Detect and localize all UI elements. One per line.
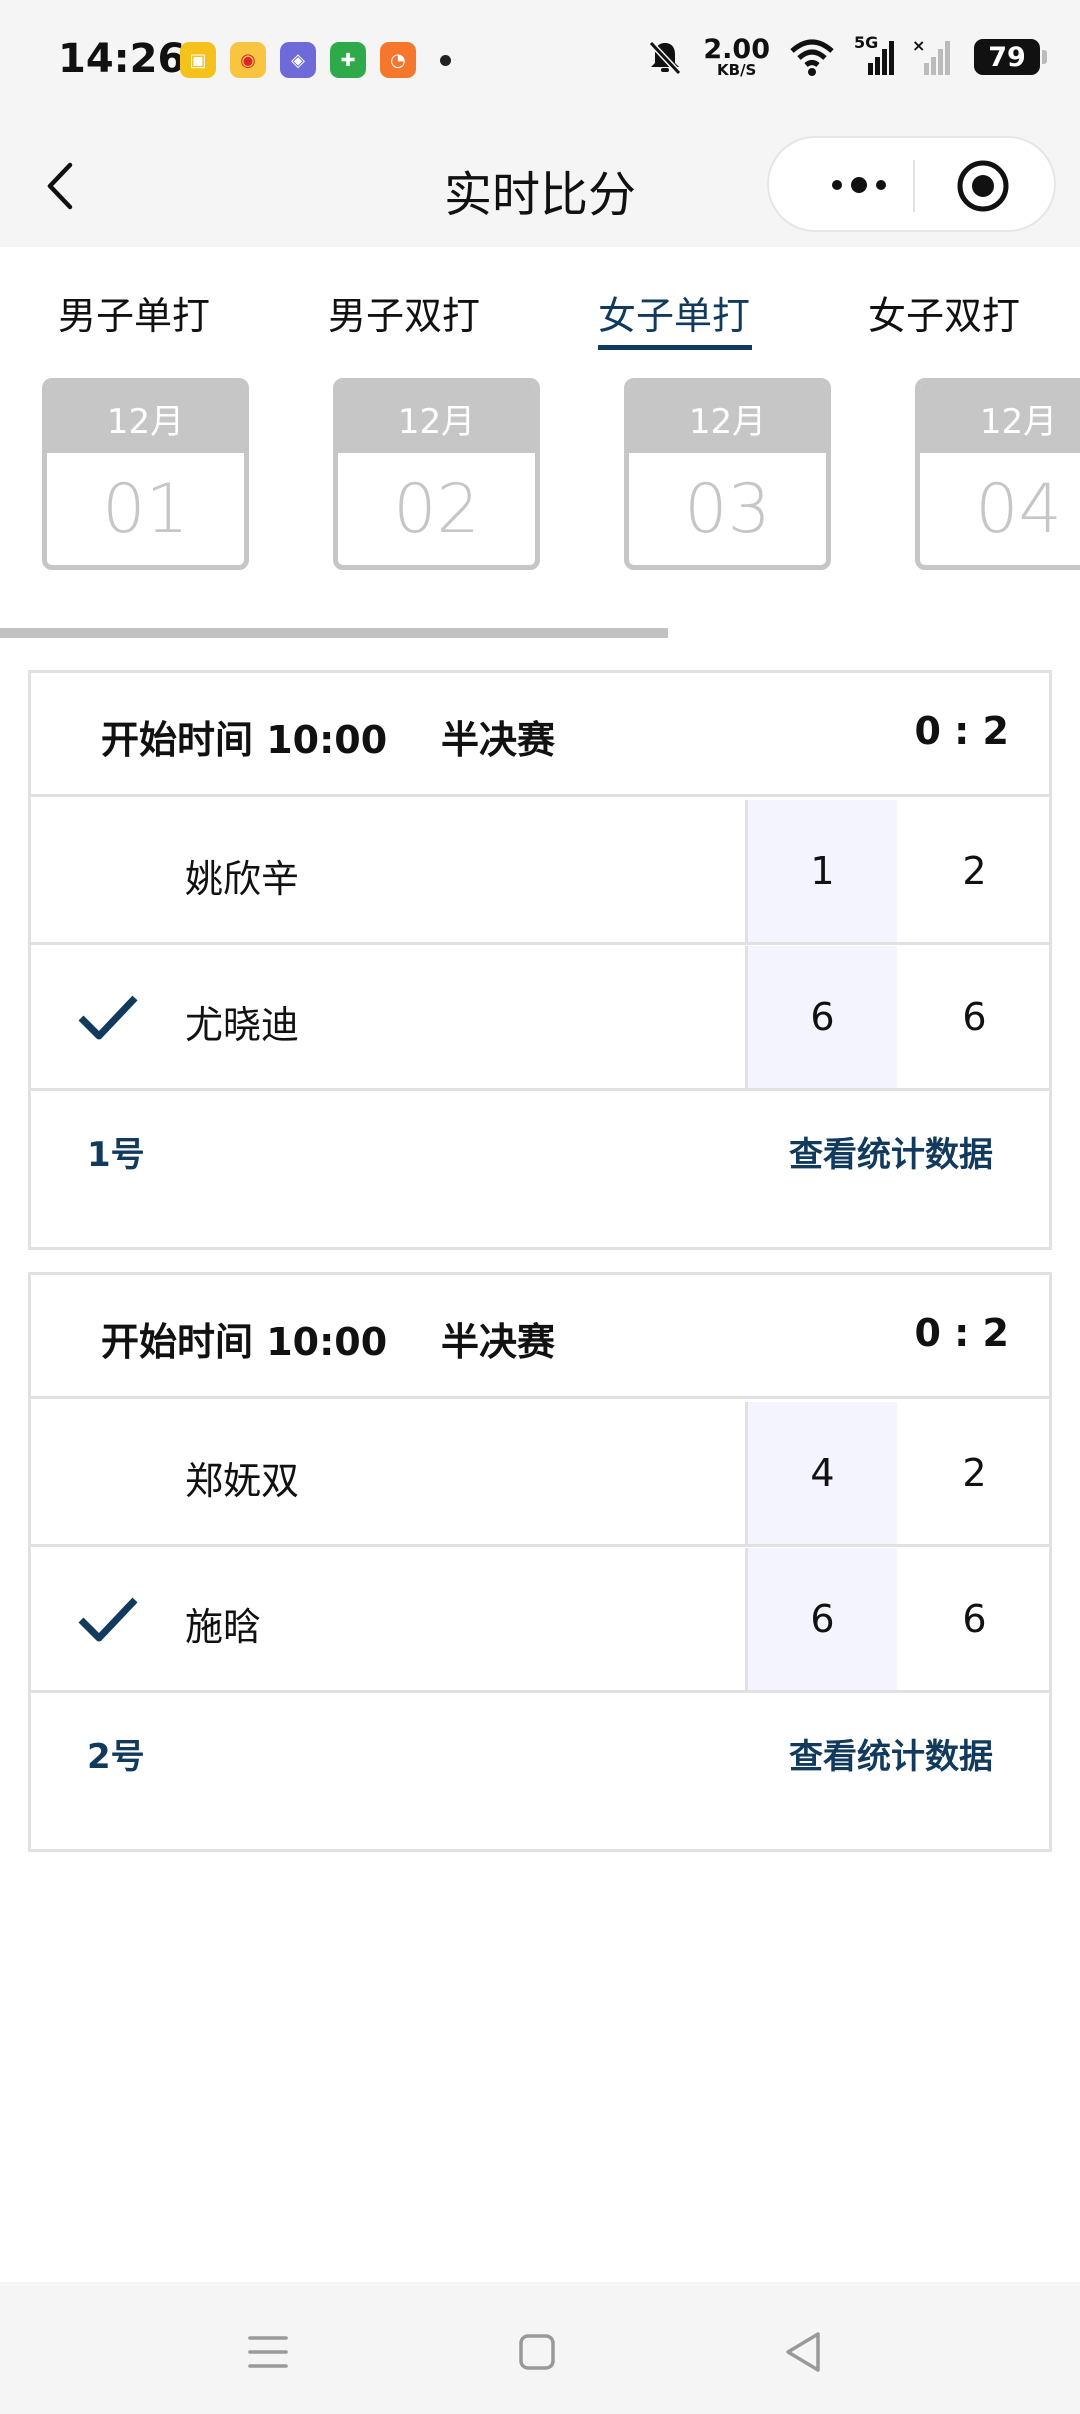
- more-icon[interactable]: [809, 160, 909, 210]
- event-tabs: 男子单打 男子双打 女子单打 女子双打: [0, 247, 1080, 367]
- system-nav-bar: [0, 2282, 1080, 2414]
- court-number: 2号: [87, 1737, 145, 1777]
- set-2-score: 6: [962, 1597, 987, 1641]
- signal-strength-1: 5G: [854, 33, 894, 77]
- status-bar: 14:26 ▣ ◉ ◈ ✚ ◔ 2.00 KB/S 5G × 79: [0, 0, 1080, 125]
- match-card: 开始时间 10:00 半决赛 0 : 2 郑妩双 4 2 施晗 6 6 2号 查…: [28, 1272, 1052, 1852]
- home-icon[interactable]: [507, 2322, 567, 2382]
- wifi-icon: [790, 39, 834, 76]
- mini-program-capsule: [767, 136, 1056, 232]
- date-month: 12月: [629, 383, 826, 453]
- set-1-score: 6: [745, 946, 897, 1088]
- set-2-score: 2: [962, 849, 987, 893]
- match-footer: 2号 查看统计数据: [31, 1693, 1049, 1811]
- battery-indicator: 79: [974, 39, 1047, 75]
- date-month: 12月: [920, 383, 1080, 453]
- date-card-01[interactable]: 12月 01: [42, 378, 249, 570]
- player-name: 郑妩双: [185, 1459, 300, 1503]
- nav-header: 实时比分: [0, 125, 1080, 247]
- status-time: 14:26: [58, 36, 186, 82]
- date-scrollbar[interactable]: [0, 628, 668, 638]
- notification-icons: ▣ ◉ ◈ ✚ ◔: [180, 42, 451, 78]
- signal-bars-inactive-icon: ×: [912, 37, 950, 75]
- date-selector: 12月 01 12月 02 12月 03 12月 04: [0, 375, 1080, 575]
- date-card-03[interactable]: 12月 03: [624, 378, 831, 570]
- player-name: 施晗: [185, 1605, 262, 1649]
- date-day: 02: [393, 469, 480, 549]
- set-2-score: 2: [962, 1451, 987, 1495]
- view-stats-link[interactable]: 查看统计数据: [789, 1729, 993, 1778]
- date-month: 12月: [338, 383, 535, 453]
- weibo-icon: ◉: [230, 42, 266, 78]
- player-name: 姚欣辛: [185, 857, 300, 901]
- player-row: 姚欣辛 1 2: [31, 800, 1049, 945]
- pupu-icon: ✚: [330, 42, 366, 78]
- date-day: 04: [975, 469, 1062, 549]
- tab-mens-singles[interactable]: 男子单打: [58, 285, 210, 340]
- set-1-score: 4: [745, 1402, 897, 1544]
- match-score: 0 : 2: [914, 709, 1009, 753]
- match-round: 半决赛: [441, 718, 556, 762]
- set-1-score: 6: [745, 1548, 897, 1690]
- net-speed: 2.00 KB/S: [703, 34, 770, 79]
- match-start-time: 开始时间 10:00: [101, 1320, 388, 1364]
- active-tab-indicator: [598, 345, 752, 350]
- mute-icon: [649, 40, 682, 76]
- menu-icon[interactable]: [238, 2322, 298, 2382]
- more-notifications-dot: [440, 54, 451, 66]
- status-right: 2.00 KB/S 5G × 79: [645, 33, 1047, 79]
- date-month: 12月: [47, 383, 244, 453]
- date-day: 03: [684, 469, 771, 549]
- tab-womens-doubles[interactable]: 女子双打: [868, 285, 1020, 340]
- player-row: 尤晓迪 6 6: [31, 946, 1049, 1091]
- player-name: 尤晓迪: [185, 1003, 300, 1047]
- back-nav-icon[interactable]: [774, 2322, 834, 2382]
- view-stats-link[interactable]: 查看统计数据: [789, 1127, 993, 1176]
- capsule-divider: [913, 160, 915, 212]
- close-mini-program-icon[interactable]: [955, 158, 1011, 214]
- date-card-02[interactable]: 12月 02: [333, 378, 540, 570]
- match-card: 开始时间 10:00 半决赛 0 : 2 姚欣辛 1 2 尤晓迪 6 6 1号 …: [28, 670, 1052, 1250]
- match-start-time: 开始时间 10:00: [101, 718, 388, 762]
- svg-text:×: ×: [912, 37, 925, 55]
- app-icon-orange: ◔: [380, 42, 416, 78]
- match-footer: 1号 查看统计数据: [31, 1091, 1049, 1209]
- tab-mens-doubles[interactable]: 男子双打: [328, 285, 480, 340]
- winner-check-icon: [78, 995, 138, 1040]
- match-header: 开始时间 10:00 半决赛 0 : 2: [31, 1275, 1049, 1399]
- set-1-score: 1: [745, 800, 897, 942]
- set-2-score: 6: [962, 995, 987, 1039]
- player-row: 郑妩双 4 2: [31, 1402, 1049, 1547]
- match-score: 0 : 2: [914, 1311, 1009, 1355]
- winner-check-icon: [78, 1597, 138, 1642]
- date-day: 01: [102, 469, 189, 549]
- match-header: 开始时间 10:00 半决赛 0 : 2: [31, 673, 1049, 797]
- tab-womens-singles[interactable]: 女子单打: [598, 285, 750, 340]
- date-card-04[interactable]: 12月 04: [915, 378, 1080, 570]
- player-row: 施晗 6 6: [31, 1548, 1049, 1693]
- tieba-icon: ◈: [280, 42, 316, 78]
- app-icon-yellow: ▣: [180, 42, 216, 78]
- court-number: 1号: [87, 1135, 145, 1175]
- match-round: 半决赛: [441, 1320, 556, 1364]
